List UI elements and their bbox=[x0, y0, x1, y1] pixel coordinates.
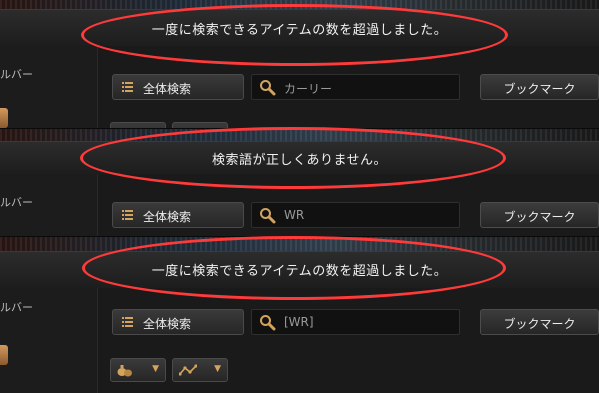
chart-filter-dropdown[interactable]: ▼ bbox=[172, 358, 228, 382]
bookmark-label: ブックマーク bbox=[503, 82, 576, 96]
sidebar-item-chip[interactable] bbox=[0, 345, 8, 365]
search-value: WR bbox=[284, 208, 305, 222]
list-icon bbox=[122, 210, 133, 220]
category-dropdown-button[interactable]: 全体検索 bbox=[112, 202, 244, 228]
highlight-ellipse bbox=[81, 4, 508, 66]
search-input[interactable]: カーリー bbox=[251, 74, 460, 100]
sidebar bbox=[0, 46, 98, 128]
category-dropdown-button[interactable]: 全体検索 bbox=[112, 74, 244, 100]
triangle-down-icon: ▼ bbox=[152, 364, 159, 374]
sidebar-label: ルバー bbox=[0, 68, 33, 81]
bookmark-button[interactable]: ブックマーク bbox=[480, 202, 599, 228]
triangle-down-icon: ▼ bbox=[214, 364, 221, 374]
bookmark-button[interactable]: ブックマーク bbox=[480, 74, 599, 100]
money-bag-icon bbox=[117, 365, 132, 377]
bookmark-button[interactable]: ブックマーク bbox=[480, 309, 599, 335]
category-dropdown-button[interactable]: 全体検索 bbox=[112, 309, 244, 335]
search-input[interactable]: [WR] bbox=[251, 309, 460, 335]
magnifier-icon bbox=[260, 80, 276, 96]
highlight-ellipse bbox=[80, 127, 506, 189]
magnifier-icon bbox=[260, 315, 276, 331]
category-label: 全体検索 bbox=[143, 317, 192, 331]
search-value: [WR] bbox=[284, 315, 314, 329]
money-filter-dropdown[interactable]: ▼ bbox=[110, 358, 166, 382]
line-chart-icon bbox=[179, 364, 197, 376]
sidebar-label: ルバー bbox=[0, 301, 33, 314]
search-value: カーリー bbox=[284, 82, 333, 96]
sidebar-item-chip[interactable] bbox=[0, 108, 8, 128]
highlight-ellipse bbox=[82, 236, 506, 300]
category-label: 全体検索 bbox=[143, 82, 192, 96]
list-icon bbox=[122, 82, 133, 92]
bookmark-label: ブックマーク bbox=[503, 317, 576, 331]
sidebar-label: ルバー bbox=[0, 196, 33, 209]
list-icon bbox=[122, 317, 133, 327]
category-label: 全体検索 bbox=[143, 210, 192, 224]
bookmark-label: ブックマーク bbox=[503, 210, 576, 224]
magnifier-icon bbox=[260, 208, 276, 224]
search-input[interactable]: WR bbox=[251, 202, 460, 228]
